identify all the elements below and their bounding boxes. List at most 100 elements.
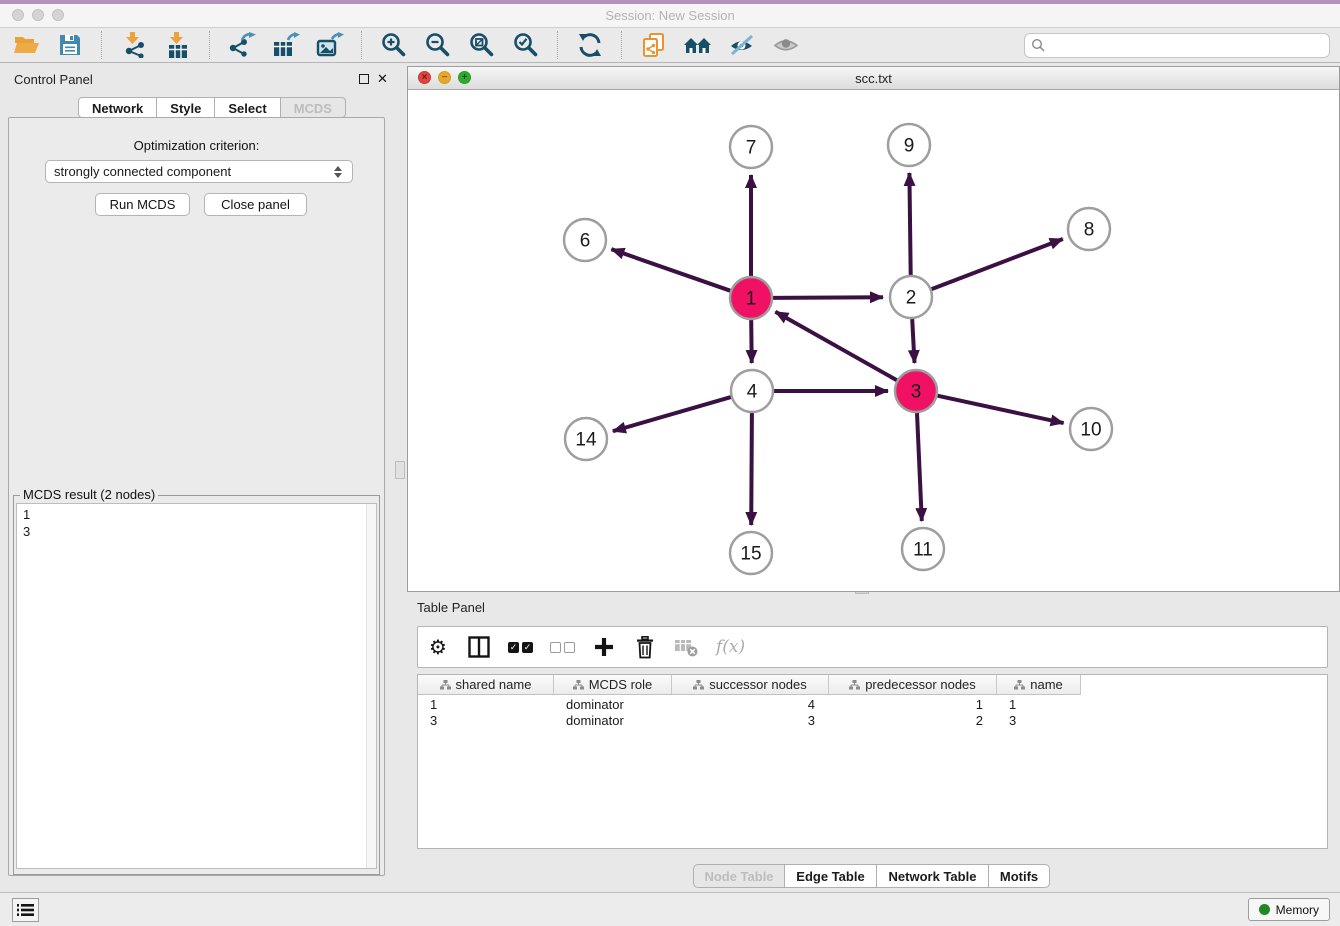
show-column-panel-button[interactable] [467,632,491,662]
export-image-button[interactable] [314,30,346,60]
show-all-nodes-and-edges-button[interactable] [682,30,714,60]
float-control-panel-button[interactable] [359,74,369,84]
hide-selected-button[interactable] [726,30,758,60]
cell-name[interactable]: 3 [997,713,1081,729]
delete-table-button[interactable] [674,632,699,662]
node-11-label: 11 [913,540,933,561]
open-session-button[interactable] [10,30,42,60]
criterion-select[interactable]: strongly connected component [45,160,353,183]
node-8-label: 8 [1084,220,1095,241]
close-panel-button[interactable]: Close panel [204,193,307,216]
cell-predecessor-nodes[interactable]: 2 [829,713,997,729]
control-panel: Control Panel ✕ Network Style Select MCD… [0,63,394,880]
zoom-selected-button[interactable] [510,30,542,60]
zoom-out-button[interactable] [422,30,454,60]
edge-4-14[interactable] [613,397,731,431]
app-title: Session: New Session [0,8,1340,23]
cell-MCDS-role[interactable]: dominator [554,697,672,713]
edge-1-6[interactable] [611,249,730,291]
eye-icon [772,33,800,57]
select-all-columns-button[interactable]: ✓ ✓ [508,632,533,662]
network-canvas[interactable]: 7968124310141511 [408,90,1339,591]
edge-3-11[interactable] [917,413,922,521]
delete-column-button[interactable] [633,632,657,662]
column-header-successor-nodes[interactable]: successor nodes [672,675,829,695]
cell-successor-nodes[interactable]: 4 [672,697,829,713]
zoom-in-icon [381,32,407,58]
refresh-view-button[interactable] [574,30,606,60]
search-icon [1031,38,1045,52]
control-panel-tabs: Network Style Select MCDS [78,97,346,118]
import-network-button[interactable] [118,30,150,60]
node-15-label: 15 [740,544,761,565]
close-control-panel-button[interactable]: ✕ [377,71,388,87]
edge-1-2[interactable] [773,297,883,298]
column-header-predecessor-nodes[interactable]: predecessor nodes [829,675,997,695]
run-mcds-button[interactable]: Run MCDS [95,193,190,216]
network-window-title: scc.txt [408,71,1339,86]
tab-network-table[interactable]: Network Table [876,864,989,888]
search-field[interactable] [1024,33,1330,58]
create-column-button[interactable] [592,632,616,662]
table-settings-button[interactable]: ⚙ [426,632,450,662]
edge-2-9[interactable] [909,173,910,275]
edge-2-3[interactable] [912,319,914,363]
column-header-label: name [1030,677,1063,692]
function-builder-button[interactable]: f(x) [716,632,745,662]
cell-successor-nodes[interactable]: 3 [672,713,829,729]
edge-3-10[interactable] [938,396,1064,423]
save-session-button[interactable] [54,30,86,60]
column-sort-icon [440,680,451,690]
import-table-button[interactable] [162,30,194,60]
columns-icon [468,636,490,658]
zoom-in-button[interactable] [378,30,410,60]
column-header-shared-name[interactable]: shared name [418,675,554,695]
edge-2-8[interactable] [932,239,1063,289]
cell-shared-name[interactable]: 1 [418,697,554,713]
tab-node-table[interactable]: Node Table [693,864,785,888]
cell-predecessor-nodes[interactable]: 1 [829,697,997,713]
show-hidden-button[interactable] [770,30,802,60]
optimization-criterion-label: Optimization criterion: [9,138,384,153]
vertical-splitter-handle[interactable] [395,461,405,479]
table-tabs: Node Table Edge Table Network Table Moti… [693,864,1050,888]
column-header-name[interactable]: name [997,675,1081,695]
network-view-window: × − + scc.txt 7968124310141511 [407,66,1340,592]
edge-3-1[interactable] [775,312,896,381]
result-scrollbar[interactable] [366,504,376,868]
tab-network[interactable]: Network [78,97,157,118]
export-image-icon [316,32,344,58]
memory-button[interactable]: Memory [1248,898,1330,921]
task-history-button[interactable] [12,898,39,922]
tab-mcds[interactable]: MCDS [280,97,346,118]
select-stepper-icon [334,166,344,178]
table-row: 3dominator323 [418,713,1081,729]
tab-edge-table[interactable]: Edge Table [784,864,877,888]
mcds-result-box: 1 3 [16,503,377,869]
cell-shared-name[interactable]: 3 [418,713,554,729]
column-sort-icon [573,680,584,690]
node-6-label: 6 [580,231,591,252]
main-toolbar [0,28,1340,63]
node-1-label: 1 [746,289,757,310]
delete-table-icon [674,636,699,658]
column-header-MCDS-role[interactable]: MCDS role [554,675,672,695]
node-3-label: 3 [911,382,922,403]
cell-name[interactable]: 1 [997,697,1081,713]
edge-4-15[interactable] [751,413,752,525]
control-panel-title: Control Panel [14,72,93,87]
edge-1-4[interactable] [751,320,752,363]
mcds-result-title: MCDS result (2 nodes) [20,487,158,502]
unselect-all-columns-button[interactable] [550,632,575,662]
export-network-button[interactable] [226,30,258,60]
cell-MCDS-role[interactable]: dominator [554,713,672,729]
tab-style[interactable]: Style [156,97,215,118]
tab-select[interactable]: Select [214,97,280,118]
copy-current-view-button[interactable] [638,30,670,60]
copy-view-icon [641,32,667,58]
zoom-fit-content-button[interactable] [466,30,498,60]
search-input[interactable] [1049,37,1323,54]
export-table-button[interactable] [270,30,302,60]
tab-motifs[interactable]: Motifs [988,864,1050,888]
node-4-label: 4 [747,382,758,403]
